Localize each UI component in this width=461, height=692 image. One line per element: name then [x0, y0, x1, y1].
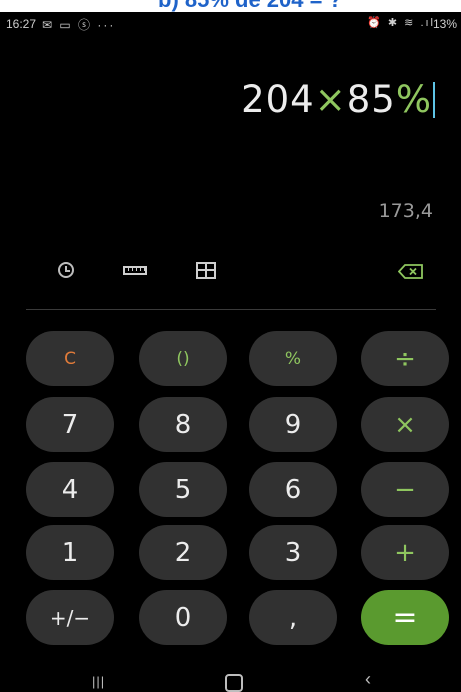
battery-level: 13%: [432, 17, 457, 31]
plus-minus-button[interactable]: +/−: [26, 590, 114, 645]
display-divider: [26, 309, 436, 310]
digit-3-button[interactable]: 3: [249, 525, 337, 580]
expression-display[interactable]: 204×85%: [241, 78, 435, 121]
status-bar: 16:27 ✉ ▭ ⓢ ··· ⏰ ✱ ≋ .ıl 13%: [0, 14, 461, 34]
text-cursor: [433, 82, 435, 118]
navigation-bar: ||| ‹: [0, 668, 461, 692]
digit-8-button[interactable]: 8: [139, 397, 227, 452]
recent-apps-icon[interactable]: |||: [92, 674, 105, 689]
digit-6-button[interactable]: 6: [249, 462, 337, 517]
signal-icons: ⏰ ✱ ≋ .ıl: [367, 17, 435, 29]
plus-button[interactable]: +: [361, 525, 449, 580]
history-icon[interactable]: [58, 262, 74, 278]
minus-button[interactable]: −: [361, 462, 449, 517]
home-icon[interactable]: [225, 674, 243, 692]
digit-5-button[interactable]: 5: [139, 462, 227, 517]
backspace-icon[interactable]: [398, 264, 424, 279]
digit-2-button[interactable]: 2: [139, 525, 227, 580]
equals-button[interactable]: =: [361, 590, 449, 645]
parentheses-button[interactable]: (): [139, 331, 227, 386]
digit-4-button[interactable]: 4: [26, 462, 114, 517]
percent-button[interactable]: %: [249, 331, 337, 386]
expression-percent: %: [395, 78, 432, 121]
expression-number-1: 204: [241, 78, 315, 121]
caption-text: b) 85% de 204 = ?: [158, 0, 342, 12]
multiply-button[interactable]: ×: [361, 397, 449, 452]
digit-7-button[interactable]: 7: [26, 397, 114, 452]
clear-button[interactable]: C: [26, 331, 114, 386]
digit-1-button[interactable]: 1: [26, 525, 114, 580]
preview-result: 173,4: [378, 200, 433, 222]
ruler-icon[interactable]: [123, 266, 147, 275]
status-time: 16:27: [6, 17, 37, 31]
back-icon[interactable]: ‹: [365, 669, 371, 690]
calculator-icon[interactable]: [196, 262, 216, 279]
divide-button[interactable]: ÷: [361, 331, 449, 386]
digit-9-button[interactable]: 9: [249, 397, 337, 452]
notification-icons: ✉ ▭ ⓢ ···: [42, 18, 116, 32]
expression-number-2: 85: [346, 78, 396, 121]
caption-strip: b) 85% de 204 = ?: [0, 0, 461, 12]
digit-0-button[interactable]: 0: [139, 590, 227, 645]
decimal-button[interactable]: ,: [249, 590, 337, 645]
expression-operator: ×: [314, 78, 347, 121]
